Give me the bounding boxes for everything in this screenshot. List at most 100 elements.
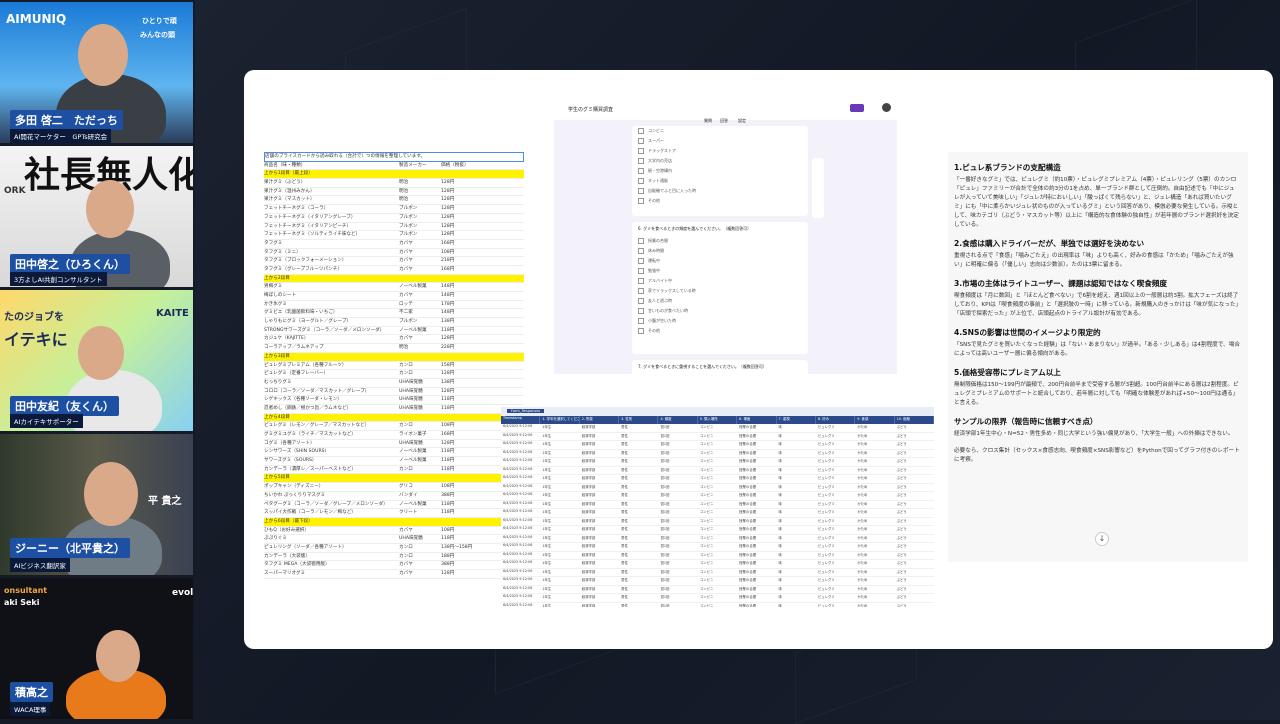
option-item[interactable]: コンビニ xyxy=(632,126,808,136)
table-cell: 1年生 xyxy=(542,442,552,446)
checkbox-icon[interactable] xyxy=(638,238,644,244)
table-cell: STRONGサワーズグミ（コーラ／ソーダ／メロンソーダ） xyxy=(264,327,385,333)
form-side-toolbar[interactable] xyxy=(812,158,824,218)
option-item[interactable]: スーパー xyxy=(632,136,808,146)
table-cell: コロロ（コーラ／ソーダ／マスカット／グレープ） xyxy=(264,388,370,394)
option-item[interactable]: その他 xyxy=(632,196,808,206)
table-row: カンデーラ（濃厚レ／スーパーベストなど） カンロ 118円 xyxy=(264,466,524,475)
table-cell: 明治 xyxy=(399,197,409,203)
sheet-tab[interactable]: Form_Responses xyxy=(507,409,545,413)
table-cell: 経済学部 xyxy=(581,501,596,506)
checkbox-icon[interactable] xyxy=(638,148,644,154)
checkbox-icon[interactable] xyxy=(638,328,644,334)
option-item[interactable]: ドラッグストア xyxy=(632,146,808,156)
checkbox-icon[interactable] xyxy=(638,248,644,254)
table-row: 上から6段目（最下段） xyxy=(264,517,524,527)
table-row: しゃりもにグミ（ヨーグルト／グレープ） ブルボン 138円 xyxy=(264,318,524,327)
table-cell: ピュレグミ（レモン／グレープ／マスカットなど） xyxy=(264,423,370,429)
section-body: 喫食頻度は「月に数回」と「ほとんど食べない」で6割を超え、週1回以上の一般層は約… xyxy=(954,293,1239,317)
send-button[interactable] xyxy=(850,104,864,112)
option-label: 小腹が空いた時 xyxy=(648,318,676,323)
checkbox-icon[interactable] xyxy=(638,158,644,164)
participant-tile[interactable]: 平 貴之 ジーニー（北平貴之） AIビジネス翻訳家 xyxy=(0,434,193,575)
scroll-down-icon[interactable]: ↓ xyxy=(1095,532,1109,546)
question-card[interactable]: 7. グミを食べるときに重視することを選んでください。（複数回答可） xyxy=(632,360,808,374)
option-item[interactable]: 甘いものが食べたい時 xyxy=(632,306,808,316)
table-cell: カンデーラ（大袋版） xyxy=(264,553,310,559)
option-item[interactable]: 授業の合間 xyxy=(632,236,808,246)
checkbox-icon[interactable] xyxy=(638,198,644,204)
table-cell: 1年生 xyxy=(542,518,552,523)
checkbox-icon[interactable] xyxy=(638,288,644,294)
checkbox-icon[interactable] xyxy=(638,188,644,194)
table-cell xyxy=(441,353,476,361)
table-cell: ピュレグミ xyxy=(817,510,835,514)
option-item[interactable]: 小腹が空いた時 xyxy=(632,316,808,326)
option-item[interactable]: アルバイト中 xyxy=(632,276,808,286)
column-header: 6. 場面 xyxy=(737,416,777,424)
account-avatar[interactable] xyxy=(882,103,891,112)
table-cell: ぶどう xyxy=(896,552,907,557)
table-cell: かため xyxy=(857,535,868,540)
option-item[interactable]: 勉強中 xyxy=(632,266,808,276)
table-cell xyxy=(441,474,476,482)
table-row: ひもQ（お好み選択） カバヤ 108円 xyxy=(264,527,524,536)
table-cell: 不二家 xyxy=(399,310,413,316)
option-item[interactable]: 休み時間 xyxy=(632,246,808,256)
option-item[interactable]: 自販機でふと目に入った時 xyxy=(632,186,808,196)
option-item[interactable]: 大学内の売店 xyxy=(632,156,808,166)
option-item[interactable]: 駅・空港構内 xyxy=(632,166,808,176)
table-row: 6/4/2025 9:12:06 1年生 経済学部 男性 週1回 コンビニ 授業の合間 味 ピュ… xyxy=(501,458,934,467)
tab-settings[interactable]: 設定 xyxy=(738,118,746,124)
table-cell: 6/4/2025 9:12:06 xyxy=(503,534,533,539)
table-cell: グミビエ（乳酸菌飲料味・いちご） xyxy=(264,310,338,316)
table-cell: 男性 xyxy=(621,493,628,497)
participant-tile[interactable]: AIMUNIQ ひとりで頑 みんなの頭 多田 啓二 ただっち AI開花マーケター… xyxy=(0,2,193,143)
table-cell: 味 xyxy=(778,544,782,548)
checkbox-icon[interactable] xyxy=(638,298,644,304)
checkbox-icon[interactable] xyxy=(638,278,644,284)
participant-tile[interactable]: onsultant aki Seki evolu 積高之 WACA理事 xyxy=(0,578,193,719)
option-item[interactable]: 友人と遊ぶ時 xyxy=(632,296,808,306)
checkbox-icon[interactable] xyxy=(638,268,644,274)
question-card[interactable]: コンビニ スーパー ドラッグストア 大学内の売店 駅・空港構内 ネット通販 自販機でふと目に… xyxy=(632,126,808,216)
table-cell: コンビニ xyxy=(699,595,714,599)
option-item[interactable]: 運転中 xyxy=(632,256,808,266)
option-item[interactable]: その他 xyxy=(632,326,808,336)
table-cell: 128円 xyxy=(441,388,455,394)
checkbox-icon[interactable] xyxy=(638,318,644,324)
participant-tile[interactable]: 社長無人化 ORK 田中啓之（ひろくん） 3方よしAI共創コンサルタント xyxy=(0,146,193,287)
banner-text: たのジョブを xyxy=(4,312,64,323)
option-item[interactable]: ネット通販 xyxy=(632,176,808,186)
table-cell: ぶどう xyxy=(896,518,907,523)
participant-tile[interactable]: たのジョブを イテキに KAITE 田中友紀（友くん） AIカイテキサポーター xyxy=(0,290,193,431)
checkbox-icon[interactable] xyxy=(638,168,644,174)
section-heading: サンプルの限界（報告時に信頼すべき点） xyxy=(954,417,1098,426)
table-cell: コンビニ xyxy=(699,586,714,591)
table-cell: 1年生 xyxy=(542,493,552,497)
checkbox-icon[interactable] xyxy=(638,128,644,134)
table-cell: 1年生 xyxy=(542,527,552,531)
table-cell: カバヤ xyxy=(399,336,413,342)
table-cell: バンダイ xyxy=(399,492,418,498)
table-cell: 128円 xyxy=(441,232,455,238)
checkbox-icon[interactable] xyxy=(638,258,644,264)
question-card[interactable]: 6. グミを食べるときの頻度を選んでください。（複数回答可） 授業の合間 休み時間… xyxy=(632,222,808,354)
table-cell: 週1回 xyxy=(660,501,670,506)
checkbox-icon[interactable] xyxy=(638,138,644,144)
table-cell: ブルボン xyxy=(399,206,418,212)
table-cell: 上から3段目 xyxy=(264,353,290,359)
table-cell: ピュレグミ（定番フレーバー） xyxy=(264,371,329,377)
table-cell: 味 xyxy=(778,467,782,472)
checkbox-icon[interactable] xyxy=(638,178,644,184)
tab-questions[interactable]: 質問 xyxy=(704,118,712,124)
table-cell: カバヤ xyxy=(399,293,413,298)
table-cell: 6/4/2025 9:12:06 xyxy=(503,466,533,471)
table-row: 上から3段目 xyxy=(264,352,524,362)
table-cell: 味 xyxy=(778,493,782,497)
option-label: その他 xyxy=(648,328,660,333)
table-row: 6/4/2025 9:12:06 1年生 経済学部 男性 週1回 コンビニ 授業の合間 味 ピュ… xyxy=(501,603,934,608)
checkbox-icon[interactable] xyxy=(638,308,644,314)
tab-responses[interactable]: 回答 xyxy=(720,118,728,124)
option-item[interactable]: 家でリラックスしている時 xyxy=(632,286,808,296)
